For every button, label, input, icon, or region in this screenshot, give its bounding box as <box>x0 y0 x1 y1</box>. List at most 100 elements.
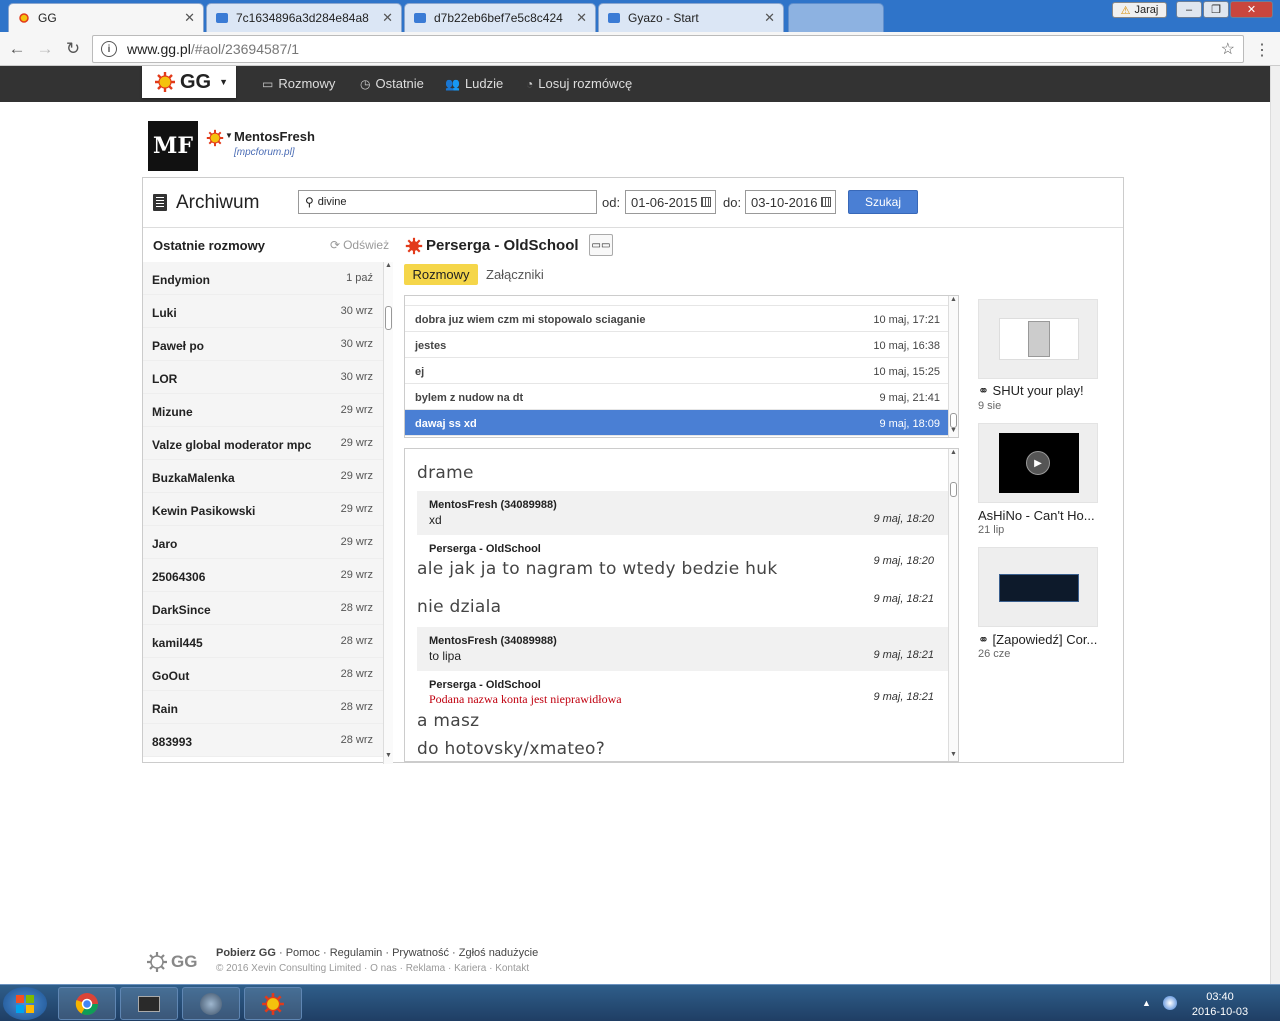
search-input[interactable]: ⚲ divine <box>298 190 597 214</box>
status-sun-icon[interactable] <box>206 129 224 147</box>
conversation-item[interactable]: LOR 30 wrz <box>143 361 383 394</box>
menu-icon[interactable]: ⋮ <box>1254 40 1270 60</box>
conversation-item[interactable]: kamil445 28 wrz <box>143 625 383 658</box>
gg-top-bar: GG ▼ ▭ Rozmowy ◷ Ostatnie 👥 Ludzie ◔ Los… <box>0 66 1270 102</box>
message-time: 9 maj, 18:21 <box>873 593 934 605</box>
close-icon[interactable]: ✕ <box>764 10 775 26</box>
browser-tab-2[interactable]: 7c1634896a3d284e84a8 ✕ <box>206 3 402 32</box>
attachment-title[interactable]: ⚭ [Zapowiedź] Cor... <box>978 632 1108 648</box>
attachment-thumbnail[interactable] <box>978 299 1098 379</box>
thread-row[interactable]: dobra juz wiem czm mi stopowalo sciagani… <box>405 306 948 332</box>
footer-link[interactable]: Zgłoś nadużycie <box>459 947 539 959</box>
reload-icon[interactable]: ↻ <box>62 38 84 60</box>
start-button[interactable] <box>3 987 47 1020</box>
taskbar-chrome[interactable] <box>58 987 116 1020</box>
scroll-up-icon[interactable]: ▲ <box>950 449 957 456</box>
forward-icon[interactable]: → <box>34 38 56 60</box>
refresh-button[interactable]: ⟳ Odśwież <box>330 238 389 252</box>
message-author: Perserga - OldSchool <box>429 679 541 691</box>
network-icon[interactable] <box>1163 996 1177 1010</box>
attachment-title[interactable]: AsHiNo - Can't Ho... <box>978 508 1108 523</box>
footer-logo[interactable]: GG <box>146 951 197 973</box>
nav-ostatnie[interactable]: ◷ Ostatnie <box>360 76 424 91</box>
thread-row[interactable]: jestes 10 maj, 16:38 <box>405 332 948 358</box>
window-close-button[interactable]: ✕ <box>1230 1 1273 18</box>
nav-ludzie[interactable]: 👥 Ludzie <box>445 76 503 91</box>
chevron-down-icon[interactable]: ▼ <box>225 131 233 140</box>
conversation-item[interactable]: Valze global moderator mpc 29 wrz <box>143 427 383 460</box>
conversation-item[interactable]: Mizune 29 wrz <box>143 394 383 427</box>
to-date-field[interactable]: 03-10-2016 <box>745 190 836 214</box>
footer-link[interactable]: Kariera <box>454 963 486 974</box>
footer-link[interactable]: Prywatność <box>392 947 449 959</box>
attachment-thumbnail[interactable]: ▶ <box>978 423 1098 503</box>
browser-tab-3[interactable]: d7b22eb6bef7e5c8c424 ✕ <box>404 3 596 32</box>
from-date-field[interactable]: 01-06-2015 <box>625 190 716 214</box>
calendar-icon[interactable] <box>701 197 711 207</box>
tab-conversations[interactable]: Rozmowy <box>404 264 478 285</box>
play-icon[interactable]: ▶ <box>1026 451 1050 475</box>
conversation-item[interactable]: Jaro 29 wrz <box>143 526 383 559</box>
avatar[interactable]: MF <box>148 121 198 171</box>
attachment-thumbnail[interactable] <box>978 547 1098 627</box>
conversation-item[interactable]: Paweł po 30 wrz <box>143 328 383 361</box>
scroll-thumb[interactable] <box>385 306 392 330</box>
conversation-item[interactable]: 25064306 29 wrz <box>143 559 383 592</box>
page-scrollbar[interactable] <box>1270 66 1280 984</box>
conversation-item[interactable]: 883993 28 wrz <box>143 724 383 757</box>
close-icon[interactable]: ✕ <box>576 10 587 26</box>
footer-link[interactable]: Regulamin <box>330 947 383 959</box>
scroll-thumb[interactable] <box>950 413 957 428</box>
nav-rozmowy[interactable]: ▭ Rozmowy <box>262 76 335 91</box>
calendar-icon[interactable] <box>821 197 831 207</box>
star-icon[interactable]: ☆ <box>1221 39 1235 59</box>
taskbar-monitor-app[interactable] <box>120 987 178 1020</box>
footer-link[interactable]: O nas <box>370 963 397 974</box>
conversation-item[interactable]: Rain 28 wrz <box>143 691 383 724</box>
browser-tab-gg[interactable]: GG ✕ <box>8 3 204 32</box>
thread-row[interactable]: ej 10 maj, 15:25 <box>405 358 948 384</box>
message-pane-scrollbar[interactable]: ▲ ▼ <box>948 449 958 761</box>
tray-expand-icon[interactable]: ▲ <box>1142 998 1151 1008</box>
conversation-item[interactable]: DarkSince 28 wrz <box>143 592 383 625</box>
scroll-down-icon[interactable]: ▼ <box>385 752 392 759</box>
footer-link[interactable]: Kontakt <box>495 963 529 974</box>
attachment-title[interactable]: ⚭ SHUt your play! <box>978 383 1108 399</box>
browser-tab-4[interactable]: Gyazo - Start ✕ <box>598 3 784 32</box>
nav-losuj[interactable]: ◔ Losuj rozmówcę <box>526 76 632 91</box>
address-bar[interactable]: i www.gg.pl/#aol/23694587/1 ☆ <box>92 35 1244 63</box>
new-tab-button[interactable] <box>788 3 884 32</box>
conversation-list-scrollbar[interactable]: ▲ ▼ <box>383 262 393 764</box>
conversation-item[interactable]: BuzkaMalenka 29 wrz <box>143 460 383 493</box>
open-chat-button[interactable]: ▭▭ <box>589 234 613 256</box>
close-icon[interactable]: ✕ <box>184 10 195 26</box>
scroll-up-icon[interactable]: ▲ <box>385 262 392 269</box>
scroll-down-icon[interactable]: ▼ <box>950 427 957 434</box>
gg-logo-menu[interactable]: GG ▼ <box>142 66 236 98</box>
thread-row-partial[interactable] <box>405 296 948 306</box>
footer-link[interactable]: Reklama <box>406 963 445 974</box>
thread-row[interactable]: bylem z nudow na dt 9 maj, 21:41 <box>405 384 948 410</box>
tab-attachments[interactable]: Załączniki <box>486 267 544 282</box>
scroll-down-icon[interactable]: ▼ <box>950 751 957 758</box>
minimize-button[interactable]: – <box>1176 1 1202 18</box>
conversation-item[interactable]: Endymion 1 paź <box>143 262 383 295</box>
browser-profile-button[interactable]: ⚠ Jaraj <box>1112 2 1167 18</box>
taskbar-gg[interactable] <box>244 987 302 1020</box>
footer-link[interactable]: Pomoc <box>286 947 320 959</box>
conversation-item[interactable]: Luki 30 wrz <box>143 295 383 328</box>
scroll-thumb[interactable] <box>950 482 957 497</box>
scroll-up-icon[interactable]: ▲ <box>950 296 957 303</box>
info-icon[interactable]: i <box>101 41 117 57</box>
taskbar-app[interactable] <box>182 987 240 1020</box>
close-icon[interactable]: ✕ <box>382 10 393 26</box>
conversation-item[interactable]: GoOut 28 wrz <box>143 658 383 691</box>
thread-row[interactable]: dawaj ss xd 9 maj, 18:09 <box>405 410 948 436</box>
conversation-item[interactable]: Kewin Pasikowski 29 wrz <box>143 493 383 526</box>
search-button[interactable]: Szukaj <box>848 190 918 214</box>
footer-link[interactable]: Pobierz GG <box>216 947 276 959</box>
back-icon[interactable]: ← <box>6 38 28 60</box>
maximize-button[interactable]: ❐ <box>1203 1 1229 18</box>
system-clock[interactable]: 03:40 2016-10-03 <box>1190 990 1250 1020</box>
thread-list-scrollbar[interactable]: ▲ ▼ <box>948 296 958 437</box>
